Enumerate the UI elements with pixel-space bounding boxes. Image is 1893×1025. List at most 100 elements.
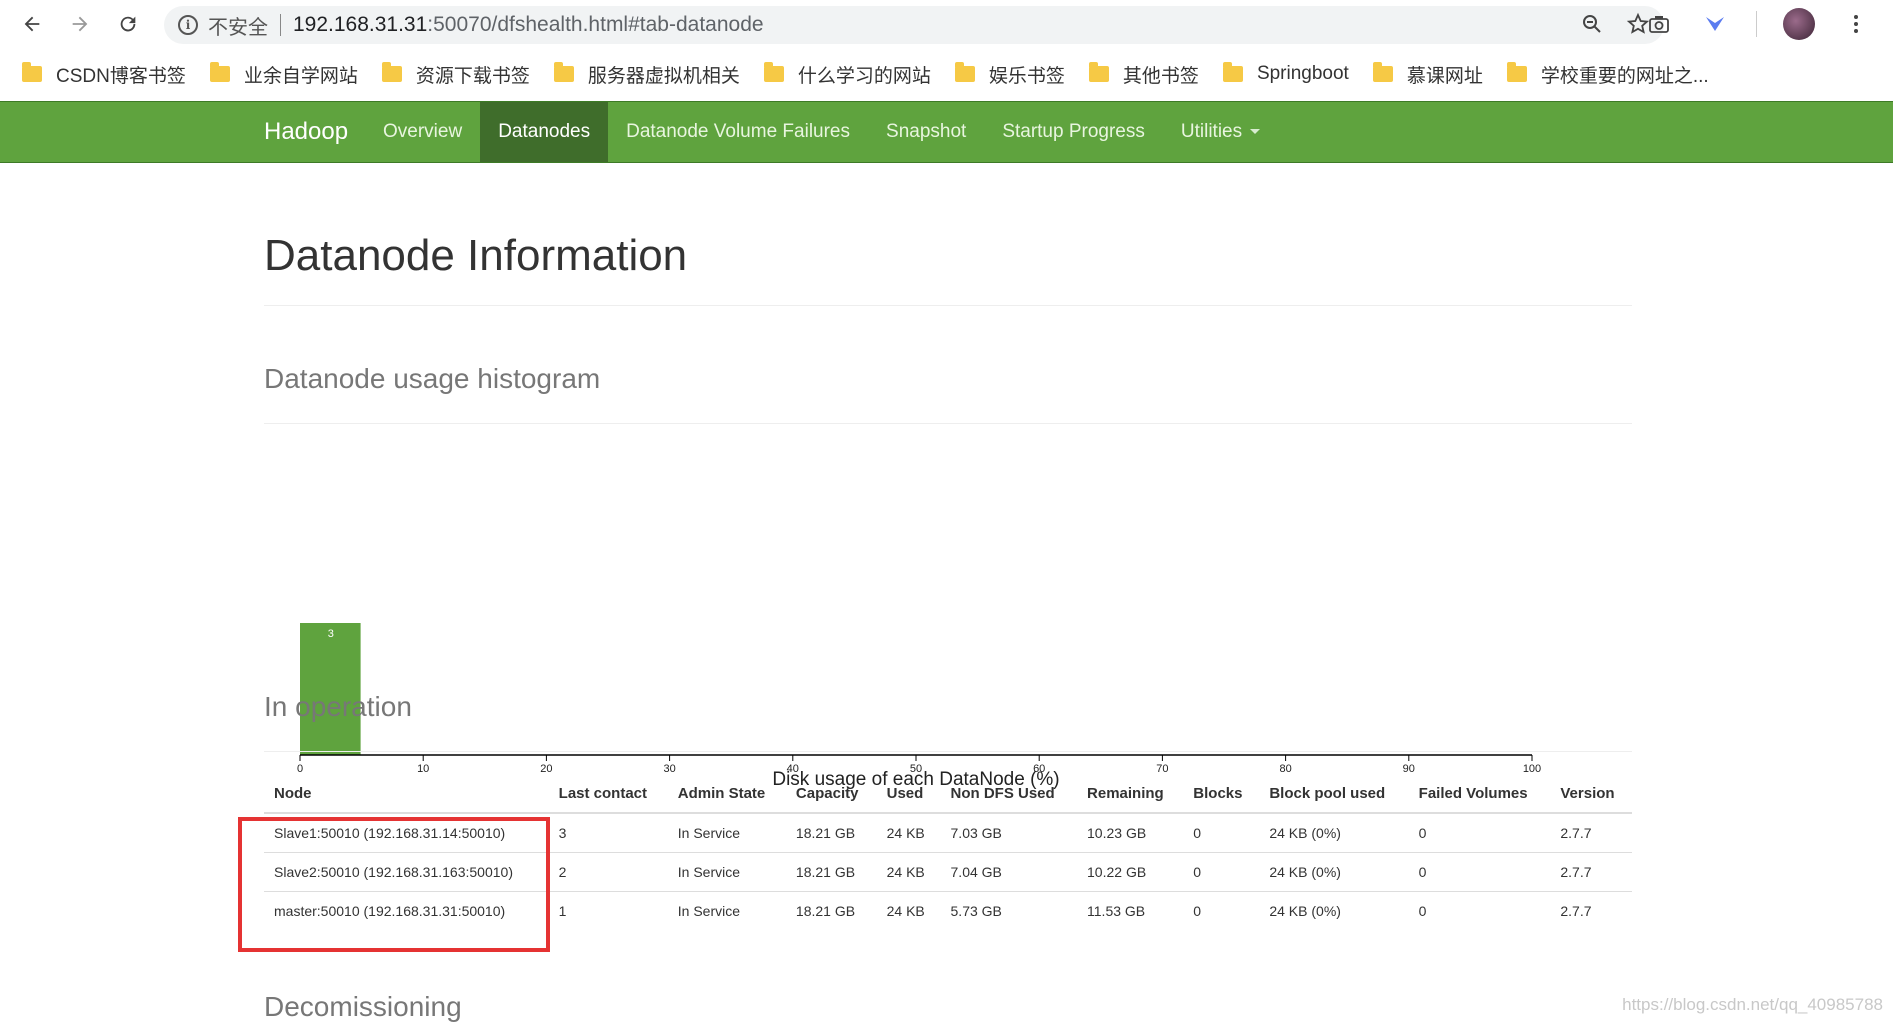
url-path: :50070/dfshealth.html#tab-datanode	[427, 13, 764, 36]
cell-block-pool-used: 24 KB (0%)	[1259, 851, 1409, 891]
decomissioning-heading: Decomissioning	[264, 991, 462, 1022]
nav-utilities[interactable]: Utilities	[1163, 102, 1278, 162]
forward-button[interactable]	[56, 0, 104, 48]
bookmark-folder[interactable]: 慕课网址	[1372, 61, 1483, 88]
table-header-row: Node Last contact Admin State Capacity U…	[264, 775, 1632, 814]
usage-histogram: 3 0 10 20 30 40 50 60 70 80 90 100 Disk usage of e…	[297, 623, 1541, 790]
cell-used: 24 KB	[876, 851, 941, 891]
col-used: Used	[876, 775, 941, 814]
col-failed-volumes: Failed Volumes	[1408, 775, 1551, 814]
avatar[interactable]	[1783, 8, 1815, 40]
folder-icon	[381, 62, 402, 82]
col-blocks: Blocks	[1183, 775, 1260, 814]
cell-used: 24 KB	[876, 890, 941, 930]
info-icon[interactable]: i	[178, 15, 198, 35]
cell-failed-volumes: 0	[1408, 890, 1551, 930]
bookmark-label: 业余自学网站	[243, 65, 358, 87]
bookmark-folder[interactable]: 资源下载书签	[381, 61, 530, 88]
cell-admin-state: In Service	[667, 890, 786, 930]
nav-utilities-label: Utilities	[1180, 121, 1243, 142]
reload-button[interactable]	[104, 0, 152, 48]
bookmark-folder[interactable]: CSDN博客书签	[22, 61, 186, 88]
nav-overview[interactable]: Overview	[365, 102, 480, 162]
cell-admin-state: In Service	[667, 851, 786, 891]
address-bar[interactable]: i 不安全 192.168.31.31:50070/dfshealth.html…	[164, 6, 1664, 44]
back-button[interactable]	[8, 0, 56, 48]
folder-icon	[553, 62, 574, 82]
omnibox-divider	[280, 14, 281, 36]
page-title: Datanode Information	[264, 231, 688, 280]
bookmark-label: 其他书签	[1122, 65, 1199, 87]
nav-volume-failures[interactable]: Datanode Volume Failures	[608, 102, 868, 162]
bookmark-folder[interactable]: 娱乐书签	[954, 61, 1065, 88]
col-block-pool-used: Block pool used	[1259, 775, 1409, 814]
bookmark-label: CSDN博客书签	[56, 65, 186, 87]
cell-non-dfs-used: 7.04 GB	[940, 851, 1078, 891]
cell-version: 2.7.7	[1550, 812, 1632, 852]
divider	[264, 305, 1632, 306]
nav-startup-progress[interactable]: Startup Progress	[984, 102, 1163, 162]
folder-icon	[209, 62, 230, 82]
divider	[264, 423, 1632, 424]
divider	[264, 751, 1632, 752]
bookmark-folder[interactable]: 学校重要的网址之...	[1506, 61, 1709, 88]
cell-block-pool-used: 24 KB (0%)	[1259, 812, 1409, 852]
bookmark-folder[interactable]: 其他书签	[1088, 61, 1199, 88]
cell-capacity: 18.21 GB	[785, 890, 877, 930]
cell-capacity: 18.21 GB	[785, 812, 877, 852]
bookmark-label: 学校重要的网址之...	[1540, 65, 1709, 87]
hadoop-navbar: Hadoop Overview Datanodes Datanode Volum…	[0, 101, 1893, 163]
chevron-down-icon	[1250, 129, 1261, 135]
x-tick-label: 100	[1523, 763, 1541, 775]
bookmark-folder[interactable]: 业余自学网站	[209, 61, 358, 88]
navbar-items: Overview Datanodes Datanode Volume Failu…	[365, 102, 1278, 162]
navbar-brand[interactable]: Hadoop	[264, 102, 348, 162]
zoom-icon[interactable]	[1580, 12, 1604, 36]
camera-icon[interactable]	[1644, 9, 1674, 39]
folder-icon	[1088, 62, 1109, 82]
cell-remaining: 11.53 GB	[1077, 890, 1184, 930]
reload-icon	[120, 16, 136, 32]
col-capacity: Capacity	[785, 775, 877, 814]
more-menu-icon[interactable]	[1841, 9, 1871, 39]
annotation-highlight-box	[238, 817, 550, 952]
x-tick-label: 80	[1279, 763, 1291, 775]
x-tick-label: 10	[417, 763, 429, 775]
bookmark-label: 娱乐书签	[988, 65, 1065, 87]
cell-last-contact: 1	[548, 890, 668, 930]
bookmark-folder[interactable]: Springboot	[1222, 62, 1349, 85]
col-last-contact: Last contact	[548, 775, 668, 814]
col-node: Node	[264, 775, 549, 814]
arrow-left-icon	[24, 16, 40, 32]
x-tick-label: 90	[1403, 763, 1415, 775]
cell-remaining: 10.22 GB	[1077, 851, 1184, 891]
col-non-dfs-used: Non DFS Used	[940, 775, 1078, 814]
nav-datanodes[interactable]: Datanodes	[480, 102, 609, 162]
cell-last-contact: 3	[548, 812, 668, 852]
bar-data-label: 3	[328, 628, 334, 640]
bookmark-label: 什么学习的网站	[797, 65, 931, 87]
cell-capacity: 18.21 GB	[785, 851, 877, 891]
folder-icon	[954, 62, 975, 82]
cell-version: 2.7.7	[1550, 890, 1632, 930]
browser-toolbar: i 不安全 192.168.31.31:50070/dfshealth.html…	[0, 0, 1893, 48]
cell-blocks: 0	[1183, 812, 1260, 852]
cell-blocks: 0	[1183, 851, 1260, 891]
insecure-label: 不安全	[208, 16, 268, 39]
nav-snapshot[interactable]: Snapshot	[868, 102, 984, 162]
histogram-heading: Datanode usage histogram	[264, 363, 601, 394]
bookmark-folder[interactable]: 什么学习的网站	[763, 61, 931, 88]
bookmark-folder[interactable]: 服务器虚拟机相关	[553, 61, 740, 88]
cell-admin-state: In Service	[667, 812, 786, 852]
in-operation-heading: In operation	[264, 691, 412, 722]
watermark: https://blog.csdn.net/qq_40985788	[1622, 995, 1883, 1014]
bookmark-label: Springboot	[1256, 63, 1349, 84]
col-remaining: Remaining	[1077, 775, 1184, 814]
cell-block-pool-used: 24 KB (0%)	[1259, 890, 1409, 930]
x-tick-label: 0	[297, 763, 303, 775]
cell-blocks: 0	[1183, 890, 1260, 930]
cell-non-dfs-used: 7.03 GB	[940, 812, 1078, 852]
omnibox-actions	[1580, 12, 1650, 36]
url-text: 192.168.31.31:50070/dfshealth.html#tab-d…	[293, 13, 764, 37]
extension-icon[interactable]	[1700, 9, 1730, 39]
